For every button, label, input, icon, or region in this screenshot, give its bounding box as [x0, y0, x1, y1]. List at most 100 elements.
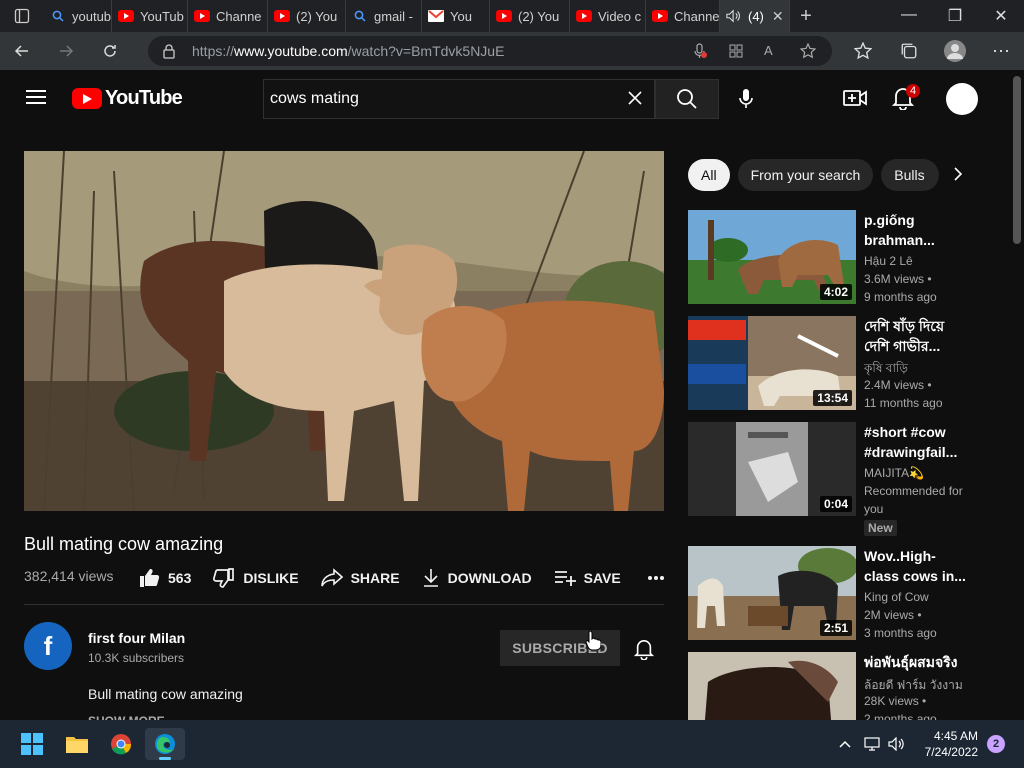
close-tab-icon[interactable]: ✕: [772, 8, 784, 25]
add-favorite-icon[interactable]: [799, 42, 817, 62]
like-button[interactable]: 563: [138, 567, 191, 589]
clock-date: 7/24/2022: [924, 745, 978, 759]
favorites-icon[interactable]: [840, 32, 886, 70]
tab-label: YouTub: [140, 8, 184, 24]
chevron-right-icon[interactable]: [953, 167, 963, 186]
channel-name[interactable]: first four Milan: [88, 630, 185, 646]
video-actions: 563 DISLIKE SHARE DOWNLOAD SAVE: [138, 567, 695, 589]
forward-button[interactable]: [44, 32, 88, 70]
network-icon[interactable]: [862, 728, 882, 760]
search-button[interactable]: [655, 79, 719, 119]
youtube-header: YouTube cows mating 4: [0, 70, 1010, 127]
browser-tab[interactable]: (2) You: [268, 0, 346, 32]
video-player[interactable]: [24, 151, 664, 511]
clear-search-icon[interactable]: [626, 89, 644, 112]
browser-tab-bar: youtub YouTub Channe (2) You gmail - You (2) Y…: [0, 0, 1024, 32]
video-title: p.giống brahman...: [864, 212, 935, 248]
settings-more-icon[interactable]: ⋯: [978, 32, 1024, 70]
channel-name: MAIJITA💫: [864, 466, 925, 480]
mic-blocked-icon[interactable]: [692, 43, 708, 62]
chip-bulls[interactable]: Bulls: [881, 159, 940, 191]
menu-icon[interactable]: [26, 89, 46, 110]
file-explorer-icon[interactable]: [57, 728, 97, 760]
video-frame-cows: [24, 151, 664, 511]
browser-tab[interactable]: Channe: [188, 0, 268, 32]
browser-tab[interactable]: gmail -: [346, 0, 422, 32]
video-title: Wov..High-class cows in...: [864, 548, 966, 584]
video-thumbnail[interactable]: 13:54: [688, 316, 856, 410]
search-query: cows mating: [270, 90, 359, 107]
collections-icon[interactable]: [886, 32, 932, 70]
browser-tab[interactable]: Video c: [570, 0, 646, 32]
youtube-icon: [274, 8, 290, 24]
search-icon: [50, 8, 66, 24]
read-aloud-icon[interactable]: A: [764, 43, 773, 58]
video-duration: 4:02: [819, 284, 852, 300]
logo-text: YouTube: [105, 87, 183, 109]
browser-tab[interactable]: Channe: [646, 0, 720, 32]
download-label: DOWNLOAD: [447, 570, 532, 586]
more-actions-icon[interactable]: [647, 575, 673, 581]
browser-tab[interactable]: youtub: [44, 0, 112, 32]
app-available-icon[interactable]: [728, 43, 744, 62]
create-video-icon[interactable]: [843, 87, 867, 114]
save-button[interactable]: SAVE: [554, 569, 621, 587]
page-scrollbar[interactable]: [1010, 70, 1024, 720]
voice-search-icon[interactable]: [730, 83, 762, 115]
windows-taskbar: 4:45 AM 7/24/2022 2: [0, 720, 1024, 768]
youtube-logo[interactable]: YouTube: [72, 87, 183, 110]
youtube-icon: [652, 8, 668, 24]
subscribe-button[interactable]: SUBSCRIBED: [500, 630, 620, 666]
download-button[interactable]: DOWNLOAD: [422, 568, 532, 588]
browser-tab[interactable]: YouTub: [112, 0, 188, 32]
profile-icon[interactable]: [932, 32, 978, 70]
browser-tab[interactable]: (2) You: [490, 0, 570, 32]
video-duration: 2:51: [819, 620, 852, 636]
scrollbar-thumb[interactable]: [1013, 76, 1021, 244]
system-clock[interactable]: 4:45 AM 7/24/2022: [916, 728, 978, 760]
back-button[interactable]: [0, 32, 44, 70]
chip-all[interactable]: All: [688, 159, 730, 191]
share-button[interactable]: SHARE: [320, 568, 400, 588]
tab-actions-icon[interactable]: [0, 0, 44, 32]
gmail-icon: [428, 8, 444, 24]
save-label: SAVE: [583, 570, 621, 586]
video-thumbnail[interactable]: 2:51: [688, 546, 856, 640]
browser-tab[interactable]: (4) ✕: [720, 0, 790, 32]
video-thumbnail[interactable]: 4:02: [688, 210, 856, 304]
refresh-button[interactable]: [88, 32, 132, 70]
tab-label: (2) You: [518, 8, 560, 24]
close-window-button[interactable]: ✕: [978, 6, 1024, 26]
speaker-icon: [726, 8, 742, 24]
channel-notification-bell-icon[interactable]: [633, 638, 655, 665]
search-input[interactable]: cows mating: [263, 79, 655, 119]
edge-icon[interactable]: [145, 728, 185, 760]
channel-name: Hậu 2 Lê: [864, 254, 913, 268]
chip-from-your-search[interactable]: From your search: [737, 159, 874, 191]
video-thumbnail[interactable]: [688, 652, 856, 720]
dislike-button[interactable]: DISLIKE: [213, 567, 299, 589]
chrome-icon[interactable]: [101, 728, 141, 760]
video-thumbnail[interactable]: 0:04: [688, 422, 856, 516]
notification-center-badge[interactable]: 2: [987, 735, 1005, 753]
volume-icon[interactable]: [887, 728, 907, 760]
new-tab-button[interactable]: +: [790, 5, 822, 28]
windows-start-icon[interactable]: [12, 728, 52, 760]
youtube-page: YouTube cows mating 4 Bull mating cow am…: [0, 70, 1024, 720]
browser-tab[interactable]: You: [422, 0, 490, 32]
channel-name: King of Cow: [864, 590, 929, 604]
lock-icon[interactable]: [162, 43, 176, 62]
mouse-cursor-icon: [585, 630, 602, 655]
address-bar[interactable]: https://www.youtube.com/watch?v=BmTdvk5N…: [148, 36, 832, 66]
restore-button[interactable]: ❐: [932, 6, 978, 26]
video-title: দেশি ষাঁড় দিয়ে দেশি গাভীর...: [864, 318, 945, 354]
account-avatar[interactable]: [946, 83, 978, 115]
view-count: 2.4M views •: [864, 378, 932, 392]
tab-label: youtub: [72, 8, 112, 24]
minimize-button[interactable]: —: [886, 6, 932, 26]
recommended-video[interactable]: พ่อพันธุ์ผสมจริง ล้อยดี ฟาร์ม วังงาม 28K…: [688, 652, 1008, 720]
channel-avatar[interactable]: f: [24, 622, 72, 670]
url-path: /watch?v=BmTdvk5NJuE: [347, 43, 505, 59]
search-icon: [677, 89, 697, 109]
show-hidden-icons-chevron-icon[interactable]: [835, 728, 855, 760]
